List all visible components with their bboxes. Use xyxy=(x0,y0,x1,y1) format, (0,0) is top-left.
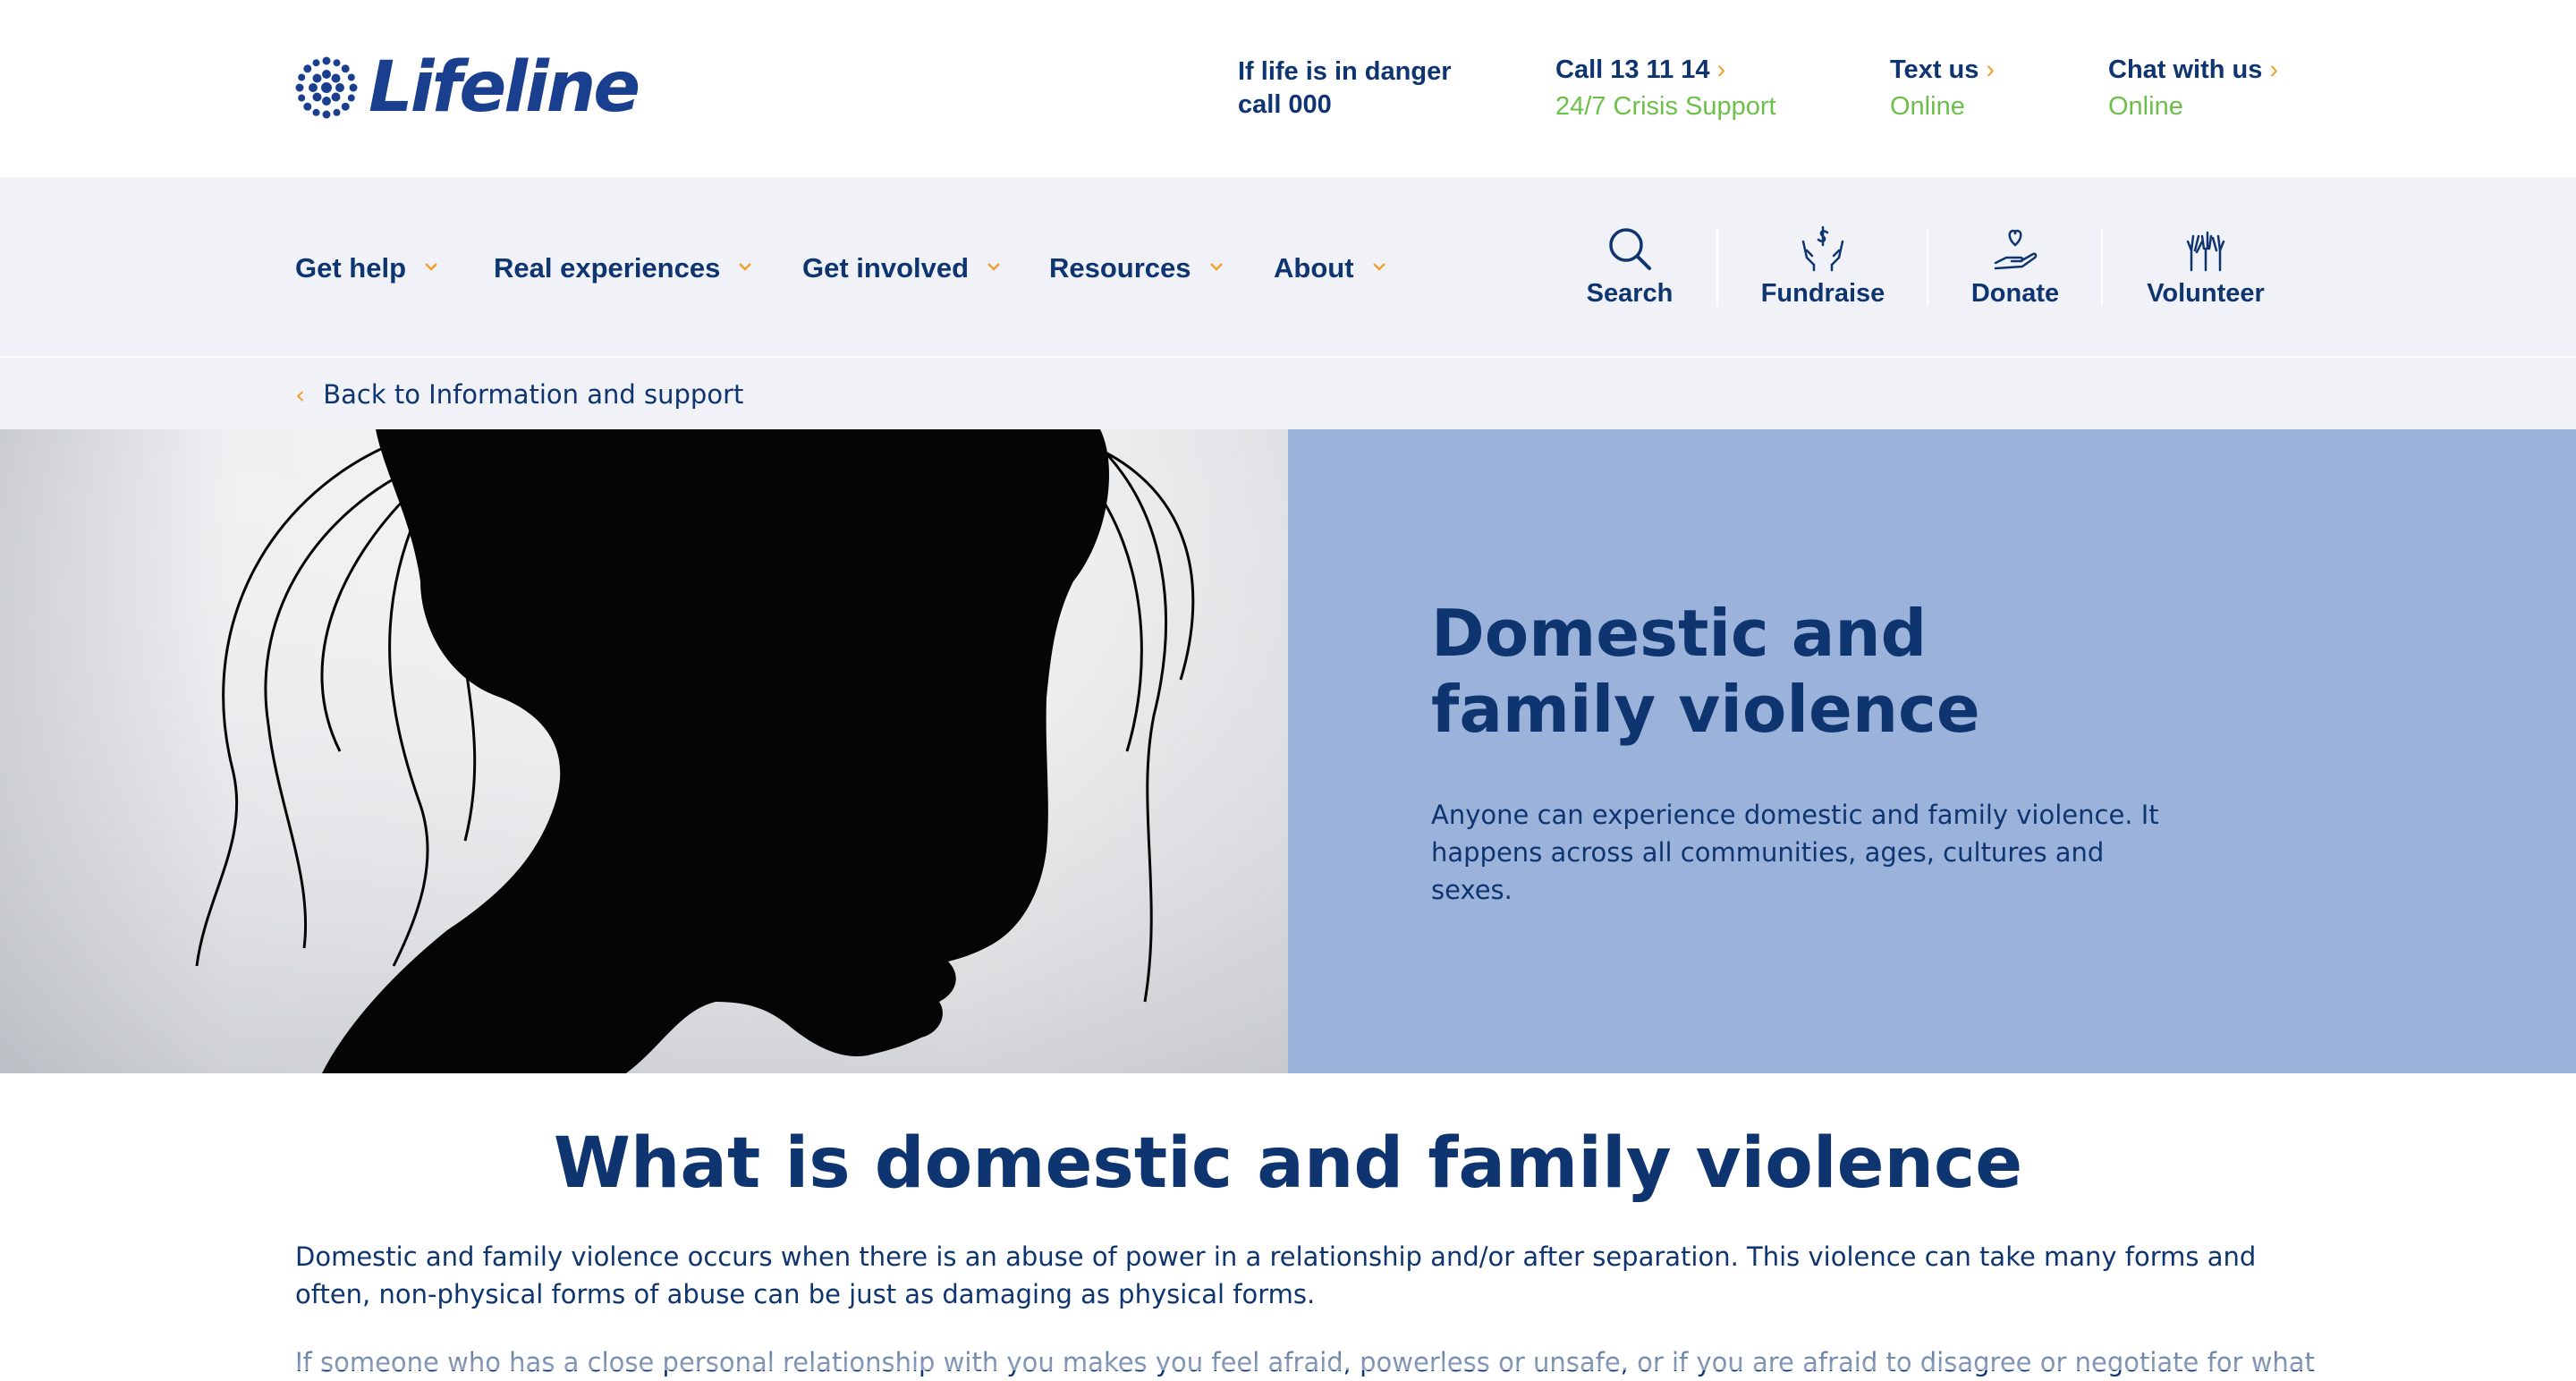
nav-divider xyxy=(2101,229,2103,306)
call-subtext: 24/7 Crisis Support xyxy=(1555,92,1776,121)
search-label: Search xyxy=(1586,279,1674,308)
nav-item-get-involved[interactable]: Get involved xyxy=(802,252,1001,284)
volunteer-label: Volunteer xyxy=(2147,279,2265,308)
donate-button[interactable]: Donate xyxy=(1930,224,2100,309)
chat-status: Online xyxy=(2108,92,2183,121)
fundraise-label: Fundraise xyxy=(1760,279,1885,308)
emergency-line-1: If life is in danger xyxy=(1238,57,1452,86)
donate-icon xyxy=(1994,229,2038,270)
nav-item-label: Get involved xyxy=(802,252,970,284)
hero-title-line-2: family violence xyxy=(1431,672,1980,747)
woman-silhouette-photo xyxy=(0,429,1288,1073)
hero-title-line-1: Domestic and xyxy=(1431,596,1928,671)
chat-label: Chat with us xyxy=(2108,55,2263,84)
volunteer-button[interactable]: Volunteer xyxy=(2121,224,2291,309)
search-icon xyxy=(1609,228,1651,270)
chevron-down-icon xyxy=(1372,263,1385,271)
chevron-down-icon xyxy=(425,263,437,271)
chevron-right-icon: › xyxy=(2269,55,2279,84)
hero-panel xyxy=(1288,429,2576,1073)
nav-item-get-help[interactable]: Get help xyxy=(295,252,438,284)
text-us-link[interactable]: Text us › Online xyxy=(1890,55,1995,122)
chevron-down-icon xyxy=(739,263,752,271)
search-button[interactable]: Search xyxy=(1545,224,1715,309)
lifeline-logo[interactable]: Lifeline xyxy=(295,47,640,128)
nav-item-about[interactable]: About xyxy=(1274,252,1386,284)
text-us-status: Online xyxy=(1890,92,1965,121)
logo-wordmark: Lifeline xyxy=(369,47,640,128)
donate-label: Donate xyxy=(1970,279,2060,308)
breadcrumb-back-link[interactable]: ‹ Back to Information and support xyxy=(295,379,743,410)
second-paragraph: If someone who has a close personal rela… xyxy=(295,1347,2315,1377)
section-heading: What is domestic and family violence xyxy=(553,1123,2023,1204)
hero-title: Domestic and family violence xyxy=(1431,596,2236,748)
lifeline-logo-icon xyxy=(295,56,358,119)
emergency-notice: If life is in danger call 000 xyxy=(1238,55,1452,122)
chevron-right-icon: › xyxy=(1986,55,1996,84)
emergency-line-2: call 000 xyxy=(1238,90,1332,119)
chevron-down-icon xyxy=(1209,263,1223,271)
call-label: Call 13 11 14 xyxy=(1555,55,1710,84)
chevron-down-icon xyxy=(987,263,1000,271)
volunteer-icon xyxy=(2186,231,2225,272)
nav-item-real-experiences[interactable]: Real experiences xyxy=(494,252,752,284)
hero-image xyxy=(0,429,1288,1073)
chevron-left-icon: ‹ xyxy=(295,379,306,410)
fundraise-button[interactable]: Fundraise xyxy=(1738,224,1908,309)
intro-paragraph: Domestic and family violence occurs when… xyxy=(295,1241,2257,1309)
nav-item-label: Real experiences xyxy=(494,252,721,284)
nav-item-label: Get help xyxy=(295,252,407,284)
hero-description: Anyone can experience domestic and famil… xyxy=(1431,800,2159,905)
back-link-label: Back to Information and support xyxy=(323,379,744,410)
chat-link[interactable]: Chat with us › Online xyxy=(2108,55,2278,122)
nav-item-label: Resources xyxy=(1049,252,1191,284)
nav-item-label: About xyxy=(1274,252,1354,284)
fundraise-icon xyxy=(1801,225,1844,272)
text-us-label: Text us xyxy=(1890,55,1979,84)
chevron-right-icon: › xyxy=(1716,55,1726,84)
nav-item-resources[interactable]: Resources xyxy=(1049,252,1224,284)
nav-divider xyxy=(1927,229,1928,306)
nav-divider xyxy=(1716,229,1718,306)
call-link[interactable]: Call 13 11 14 › 24/7 Crisis Support xyxy=(1555,55,1776,122)
